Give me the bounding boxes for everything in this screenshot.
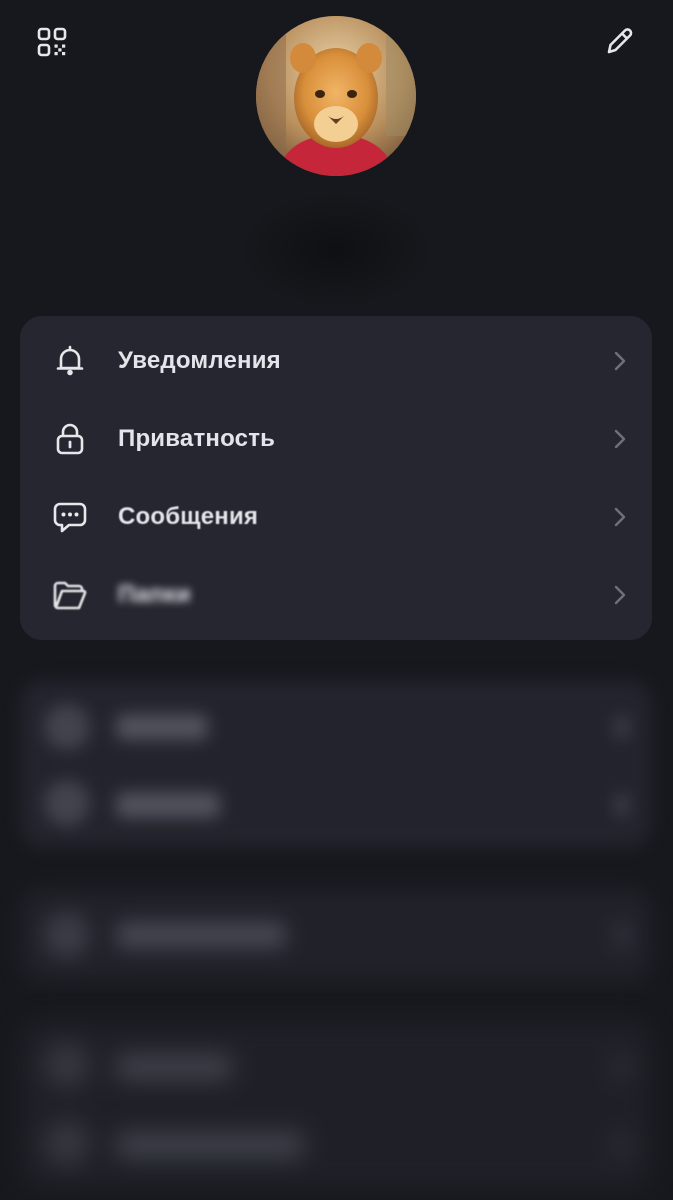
chevron-right-icon: [610, 349, 630, 373]
profile-avatar[interactable]: [256, 16, 416, 176]
blurred-icon: [44, 912, 90, 958]
edit-profile-button[interactable]: [599, 22, 639, 62]
lock-icon: [50, 419, 90, 459]
chevron-right-icon: [616, 716, 628, 738]
settings-item-label: Папки: [118, 581, 191, 608]
settings-card: Уведомления Приватность Сообщения Папки: [20, 316, 652, 640]
blurred-settings-card: [20, 888, 652, 982]
chevron-right-icon: [610, 583, 630, 607]
blurred-settings-card: [20, 1020, 652, 1190]
blurred-label: [116, 1054, 232, 1080]
avatar-image: [256, 16, 416, 176]
profile-name-area: [236, 190, 436, 310]
chevron-right-icon: [610, 505, 630, 529]
settings-item-messages[interactable]: Сообщения: [20, 478, 652, 556]
pencil-icon: [607, 28, 633, 54]
chevron-right-icon: [616, 1056, 628, 1078]
settings-screen: Уведомления Приватность Сообщения Папки: [0, 0, 673, 1200]
settings-item-label: Уведомления: [118, 347, 281, 374]
folder-icon: [50, 575, 90, 615]
blurred-icon: [44, 1042, 90, 1088]
blurred-label: [116, 1132, 304, 1158]
qr-code-icon: [37, 27, 67, 57]
blurred-icon: [44, 1120, 90, 1166]
blurred-icon: [44, 780, 90, 826]
chevron-right-icon: [616, 794, 628, 816]
settings-item-notifications[interactable]: Уведомления: [20, 322, 652, 400]
chat-bubble-icon: [50, 497, 90, 537]
blurred-label: [116, 714, 208, 740]
settings-item-privacy[interactable]: Приватность: [20, 400, 652, 478]
chevron-right-icon: [610, 427, 630, 451]
blurred-settings-card: [20, 680, 652, 848]
blurred-label: [116, 792, 220, 818]
chevron-right-icon: [616, 924, 628, 946]
settings-item-label: Сообщения: [118, 503, 259, 530]
qr-code-button[interactable]: [32, 22, 72, 62]
bell-icon: [50, 341, 90, 381]
chevron-right-icon: [616, 1134, 628, 1156]
settings-item-label: Приватность: [118, 425, 276, 452]
settings-item-folders[interactable]: Папки: [20, 556, 652, 634]
blurred-icon: [44, 704, 90, 750]
blurred-label: [116, 922, 286, 948]
